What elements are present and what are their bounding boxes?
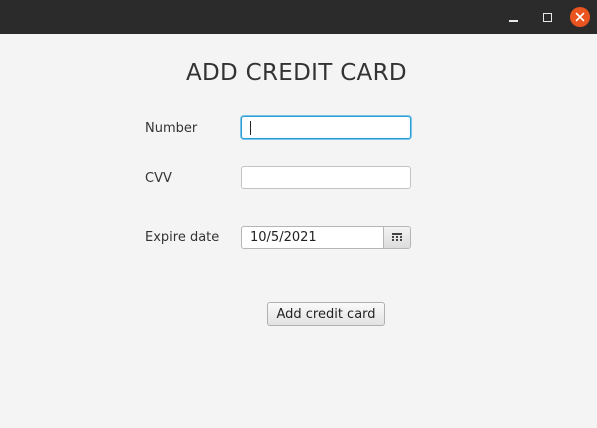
expire-date-value[interactable]: 10/5/2021	[250, 230, 317, 245]
minimize-button[interactable]	[502, 6, 524, 28]
cvv-label: CVV	[145, 171, 172, 186]
number-label: Number	[145, 121, 198, 136]
expire-date-picker[interactable]: 10/5/2021	[241, 226, 411, 249]
add-credit-card-button[interactable]: Add credit card	[267, 302, 385, 326]
calendar-icon	[392, 233, 402, 241]
cvv-field[interactable]	[241, 166, 411, 189]
close-icon	[570, 7, 590, 27]
expire-date-label: Expire date	[145, 230, 220, 245]
page-title: ADD CREDIT CARD	[186, 60, 407, 86]
text-caret	[250, 121, 251, 135]
minimize-icon	[508, 12, 518, 22]
calendar-button[interactable]	[383, 227, 410, 248]
form-panel: ADD CREDIT CARD Number CVV Expire date 1…	[0, 34, 597, 428]
number-field[interactable]	[241, 116, 411, 139]
maximize-button[interactable]	[536, 6, 558, 28]
close-button[interactable]	[569, 6, 591, 28]
window-titlebar	[0, 0, 597, 34]
maximize-icon	[542, 12, 552, 22]
